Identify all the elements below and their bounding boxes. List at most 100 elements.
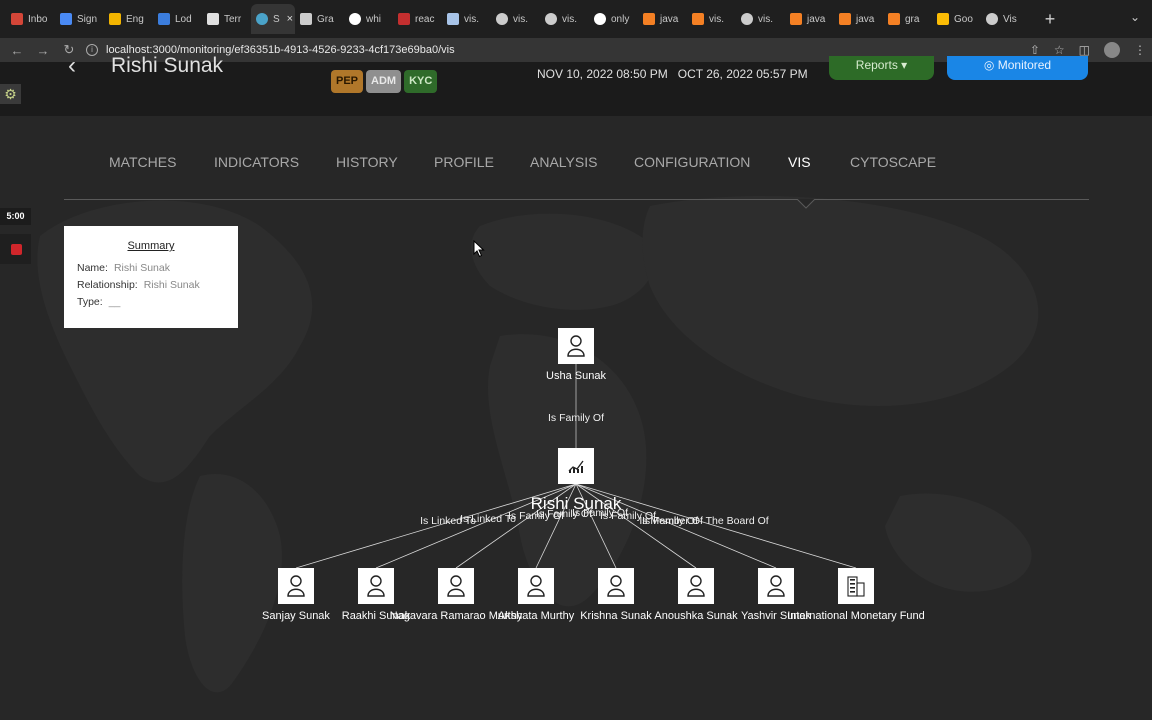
profile-avatar[interactable] — [1104, 42, 1120, 58]
globe-icon — [545, 13, 557, 25]
tab-search-chevron-icon[interactable]: ⌄ — [1130, 10, 1140, 24]
updated-date: NOV 10, 2022 08:50 PM — [537, 67, 668, 81]
browser-tab-label: Goo — [954, 13, 973, 25]
graph-node-child[interactable]: Anoushka Sunak — [654, 568, 738, 622]
browser-tab-label: only — [611, 13, 630, 25]
adm-badge: ADM — [366, 70, 402, 93]
browser-tab[interactable]: vis. — [540, 4, 589, 34]
edge-label: Is Member Of The Board Of — [639, 515, 768, 527]
browser-tab[interactable]: Vis — [981, 4, 1030, 34]
node-box — [838, 568, 874, 604]
browser-tab[interactable]: gra — [883, 4, 932, 34]
vis-icon — [447, 13, 459, 25]
globe-icon — [496, 13, 508, 25]
browser-tab[interactable]: vis. — [491, 4, 540, 34]
forward-icon[interactable]: → — [30, 43, 56, 58]
menu-dots-icon[interactable]: ⋮ — [1134, 43, 1146, 57]
browser-tab-label: java — [660, 13, 679, 25]
browser-tab[interactable]: S × — [251, 4, 295, 34]
drive-icon — [109, 13, 121, 25]
close-tab-icon[interactable]: × — [287, 13, 293, 25]
node-label: Sanjay Sunak — [262, 610, 330, 622]
browser-tab[interactable]: vis. — [736, 4, 785, 34]
browser-tab-label: Vis — [1003, 13, 1017, 25]
node-label: Usha Sunak — [546, 370, 606, 382]
reports-label: Reports — [855, 58, 898, 72]
browser-tab-label: Inbo — [28, 13, 48, 25]
page-title: Rishi Sunak — [111, 54, 224, 77]
graph-node-child[interactable]: Krishna Sunak — [580, 568, 652, 622]
reports-button[interactable]: Reports ▾ — [829, 56, 934, 80]
browser-tab-label: vis. — [758, 13, 773, 25]
created-date: OCT 26, 2022 05:57 PM — [677, 67, 808, 81]
browser-tab-label: Terr — [224, 13, 242, 25]
browser-tab-label: gra — [905, 13, 920, 25]
browser-tab[interactable]: vis. — [687, 4, 736, 34]
spinner-icon — [256, 13, 268, 25]
docs-icon — [60, 13, 72, 25]
github-icon — [207, 13, 219, 25]
node-label: Akshata Murthy — [498, 610, 575, 622]
browser-tab-label: Gra — [317, 13, 334, 25]
node-label: Rishi Sunak — [531, 494, 622, 513]
monitored-label: Monitored — [997, 58, 1052, 72]
browser-tab-label: Lod — [175, 13, 192, 25]
graph-node-child[interactable]: Akshata Murthy — [498, 568, 575, 622]
browser-tab[interactable]: Sign — [55, 4, 104, 34]
eye-icon: ◎ — [983, 58, 998, 72]
back-icon[interactable]: ← — [4, 43, 30, 58]
globe-icon — [741, 13, 753, 25]
back-chevron-icon[interactable]: ‹ — [68, 52, 76, 80]
graph-node-child[interactable]: International Monetary Fund — [787, 568, 925, 622]
browser-tab-label: Sign — [77, 13, 98, 25]
browser-tab-label: java — [807, 13, 826, 25]
browser-tab[interactable]: reac — [393, 4, 442, 34]
edge-label: Is Family Of — [548, 412, 604, 424]
node-label: Anoushka Sunak — [654, 610, 738, 622]
browser-tab[interactable]: java — [834, 4, 883, 34]
gmail-icon — [11, 13, 23, 25]
gear-icon[interactable]: ⚙ — [0, 84, 21, 104]
graph-node-top[interactable]: Usha Sunak — [546, 328, 606, 382]
browser-tab[interactable]: Inbo — [6, 4, 55, 34]
network-graph[interactable]: Is Family OfIs Linked ToIs Linked ToIs F… — [0, 116, 1152, 720]
browser-tab[interactable]: Terr — [202, 4, 251, 34]
browser-tab[interactable]: vis. — [442, 4, 491, 34]
new-tab-button[interactable]: + — [1040, 9, 1060, 30]
browser-tab[interactable]: Eng — [104, 4, 153, 34]
browser-tab[interactable]: only — [589, 4, 638, 34]
site-info-icon[interactable]: i — [86, 44, 98, 56]
graph-node-child[interactable]: Sanjay Sunak — [262, 568, 330, 622]
browser-tab[interactable]: java — [785, 4, 834, 34]
browser-tab[interactable]: Goo — [932, 4, 981, 34]
caret-down-icon: ▾ — [901, 58, 908, 72]
globe-icon — [986, 13, 998, 25]
browser-tab-label: vis. — [562, 13, 577, 25]
share-icon[interactable]: ⇧ — [1030, 43, 1040, 57]
graph-icon — [300, 13, 312, 25]
npm-icon — [398, 13, 410, 25]
node-label: Krishna Sunak — [580, 610, 652, 622]
browser-tab-label: vis. — [513, 13, 528, 25]
browser-tab-label: java — [856, 13, 875, 25]
google-cloud-icon — [937, 13, 949, 25]
mouse-cursor-icon — [473, 240, 485, 258]
browser-tab[interactable]: whi — [344, 4, 393, 34]
browser-tab[interactable]: Lod — [153, 4, 202, 34]
monitored-button[interactable]: ◎ Monitored — [947, 56, 1088, 80]
stackoverflow-icon — [692, 13, 704, 25]
main-content: MATCHES INDICATORS HISTORY PROFILE ANALY… — [0, 116, 1152, 720]
browser-tab-label: S — [273, 13, 280, 25]
stackoverflow-icon — [643, 13, 655, 25]
browser-tab[interactable]: java — [638, 4, 687, 34]
browser-tab-label: Eng — [126, 13, 144, 25]
browser-tab[interactable]: Gra — [295, 4, 344, 34]
risk-badges: PEP ADM KYC — [331, 70, 438, 93]
sidebar-icon[interactable]: ◫ — [1079, 43, 1090, 57]
date-info: NOV 10, 2022 08:50 PM OCT 26, 2022 05:57… — [537, 67, 808, 81]
bookmark-star-icon[interactable]: ☆ — [1054, 43, 1065, 57]
graph-node-center[interactable]: Rishi Sunak — [531, 448, 622, 513]
node-label: International Monetary Fund — [787, 610, 925, 622]
kyc-badge: KYC — [404, 70, 438, 93]
browser-tab-label: whi — [366, 13, 382, 25]
